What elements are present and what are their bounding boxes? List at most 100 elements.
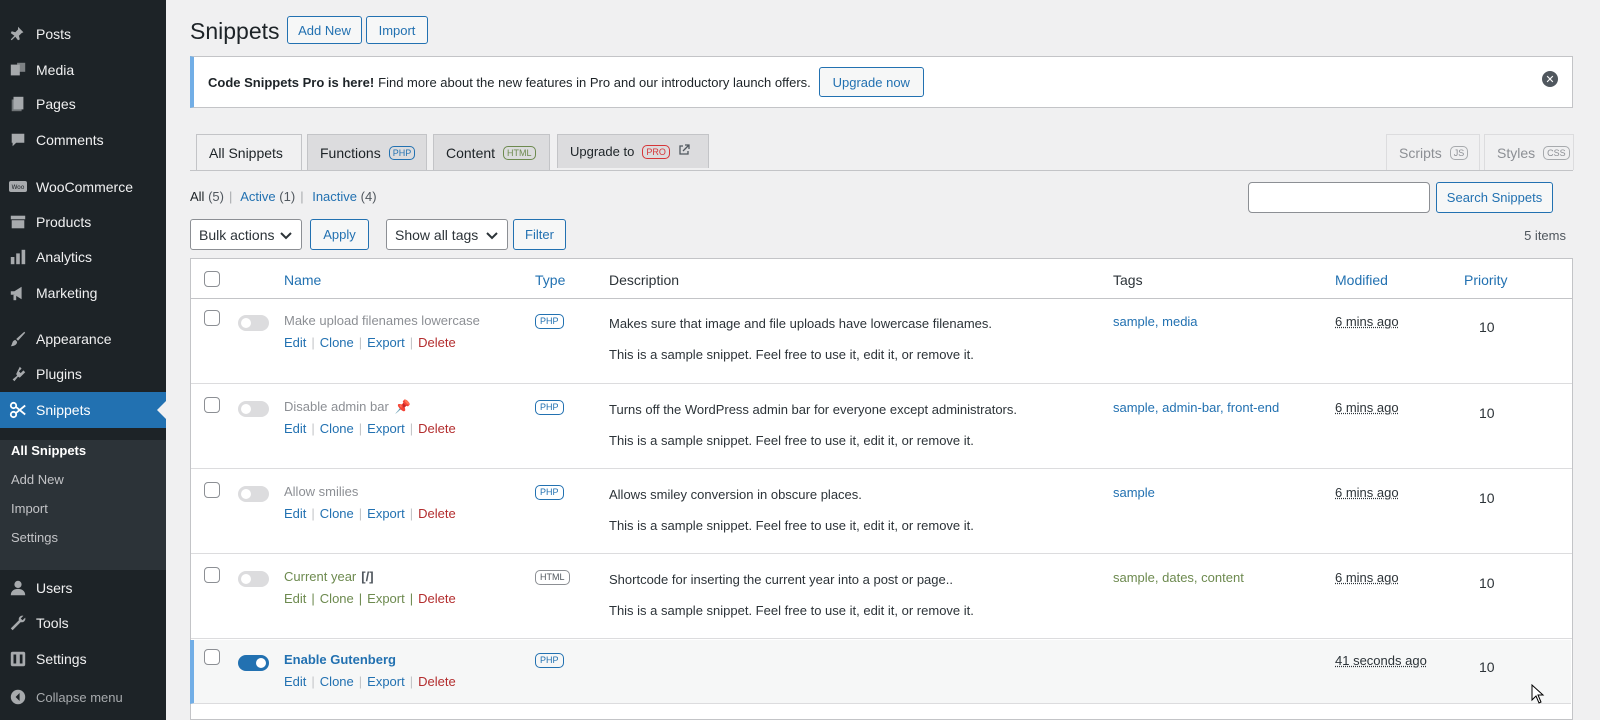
- sample-note: This is a sample snippet. Feel free to u…: [609, 518, 974, 533]
- column-type[interactable]: Type: [535, 272, 565, 288]
- select-all-checkbox[interactable]: [204, 271, 220, 287]
- export-link[interactable]: Export: [367, 506, 405, 521]
- snippet-tags[interactable]: sample, media: [1113, 314, 1198, 329]
- menu-marketing[interactable]: Marketing: [0, 275, 166, 311]
- notice-text: Find more about the new features in Pro …: [378, 74, 811, 90]
- clone-link[interactable]: Clone: [320, 335, 354, 350]
- snippet-priority: 10: [1479, 405, 1495, 421]
- menu-settings[interactable]: Settings: [0, 641, 166, 677]
- menu-appearance[interactable]: Appearance: [0, 321, 166, 357]
- tab-divider: [190, 170, 1573, 171]
- edit-link[interactable]: Edit: [284, 506, 306, 521]
- export-link[interactable]: Export: [367, 421, 405, 436]
- snippet-toggle[interactable]: [238, 401, 269, 417]
- filter-button[interactable]: Filter: [513, 219, 566, 250]
- menu-woocommerce[interactable]: Woo WooCommerce: [0, 169, 166, 205]
- delete-link[interactable]: Delete: [418, 674, 456, 689]
- submenu-settings[interactable]: Settings: [11, 530, 58, 545]
- snippet-modified: 6 mins ago: [1335, 314, 1399, 329]
- filter-active[interactable]: Active: [240, 189, 275, 204]
- bulk-actions-select[interactable]: Bulk actions: [190, 219, 302, 250]
- snippet-description: Turns off the WordPress admin bar for ev…: [609, 402, 1017, 417]
- menu-users[interactable]: Users: [0, 570, 166, 606]
- users-icon: [0, 579, 36, 597]
- snippet-toggle[interactable]: [238, 315, 269, 331]
- dismiss-icon[interactable]: ✕: [1542, 71, 1558, 87]
- edit-link[interactable]: Edit: [284, 421, 306, 436]
- submenu-add-new[interactable]: Add New: [11, 472, 64, 487]
- snippet-description: Shortcode for inserting the current year…: [609, 572, 953, 587]
- tab-upgrade[interactable]: Upgrade to PRO: [557, 134, 709, 168]
- pages-icon: [0, 95, 36, 113]
- collapse-icon: [0, 689, 36, 705]
- tab-functions[interactable]: Functions PHP: [307, 134, 427, 170]
- tags-select[interactable]: Show all tags: [386, 219, 508, 250]
- search-snippets-button[interactable]: Search Snippets: [1436, 182, 1553, 213]
- snippet-name[interactable]: Make upload filenames lowercase: [284, 313, 480, 328]
- export-link[interactable]: Export: [367, 674, 405, 689]
- tab-scripts[interactable]: Scripts JS: [1386, 134, 1480, 170]
- menu-comments[interactable]: Comments: [0, 122, 166, 158]
- row-checkbox[interactable]: [204, 482, 220, 498]
- apply-button[interactable]: Apply: [310, 219, 369, 250]
- edit-link[interactable]: Edit: [284, 335, 306, 350]
- css-badge: CSS: [1543, 145, 1570, 160]
- edit-link[interactable]: Edit: [284, 591, 306, 606]
- tab-content[interactable]: Content HTML: [433, 134, 550, 170]
- snippet-name[interactable]: Disable admin bar 📌: [284, 399, 411, 415]
- clone-link[interactable]: Clone: [320, 506, 354, 521]
- filter-all[interactable]: All: [190, 189, 204, 204]
- snippet-name[interactable]: Enable Gutenberg: [284, 652, 396, 667]
- clone-link[interactable]: Clone: [320, 421, 354, 436]
- delete-link[interactable]: Delete: [418, 335, 456, 350]
- menu-analytics[interactable]: Analytics: [0, 239, 166, 275]
- tab-all-snippets[interactable]: All Snippets: [196, 134, 302, 171]
- shortcode-label: [/]: [361, 569, 374, 584]
- export-link[interactable]: Export: [367, 335, 405, 350]
- table-row: Disable admin bar 📌 Edit | Clone | Export | Del…: [191, 385, 1572, 469]
- search-input[interactable]: [1248, 182, 1430, 213]
- menu-posts[interactable]: Posts: [0, 16, 166, 52]
- plugin-icon: [0, 365, 36, 383]
- column-modified[interactable]: Modified: [1335, 272, 1388, 288]
- snippet-toggle[interactable]: [238, 655, 269, 671]
- snippet-toggle[interactable]: [238, 571, 269, 587]
- wrench-icon: [0, 614, 36, 632]
- column-name[interactable]: Name: [284, 272, 321, 288]
- type-badge: PHP: [535, 314, 564, 329]
- menu-products[interactable]: Products: [0, 204, 166, 240]
- snippet-toggle[interactable]: [238, 486, 269, 502]
- clone-link[interactable]: Clone: [320, 674, 354, 689]
- menu-pages[interactable]: Pages: [0, 86, 166, 122]
- snippet-tags[interactable]: sample, dates, content: [1113, 570, 1244, 585]
- export-link[interactable]: Export: [367, 591, 405, 606]
- add-new-button[interactable]: Add New: [287, 16, 362, 44]
- row-checkbox[interactable]: [204, 649, 220, 665]
- snippet-tags[interactable]: sample, admin-bar, front-end: [1113, 400, 1279, 415]
- snippet-priority: 10: [1479, 490, 1495, 506]
- menu-plugins[interactable]: Plugins: [0, 356, 166, 392]
- snippet-name[interactable]: Current year [/]: [284, 569, 374, 584]
- collapse-menu[interactable]: Collapse menu: [0, 682, 166, 712]
- table-row: Enable Gutenberg Edit | Clone | Export | Delet…: [190, 640, 1571, 704]
- row-checkbox[interactable]: [204, 397, 220, 413]
- snippet-name[interactable]: Allow smilies: [284, 484, 358, 499]
- row-checkbox[interactable]: [204, 310, 220, 326]
- column-priority[interactable]: Priority: [1464, 272, 1508, 288]
- clone-link[interactable]: Clone: [320, 591, 354, 606]
- menu-tools[interactable]: Tools: [0, 605, 166, 641]
- menu-snippets[interactable]: Snippets: [0, 392, 166, 428]
- submenu-all-snippets[interactable]: All Snippets: [11, 443, 86, 458]
- upgrade-now-button[interactable]: Upgrade now: [818, 67, 924, 97]
- delete-link[interactable]: Delete: [418, 506, 456, 521]
- delete-link[interactable]: Delete: [418, 591, 456, 606]
- delete-link[interactable]: Delete: [418, 421, 456, 436]
- edit-link[interactable]: Edit: [284, 674, 306, 689]
- filter-inactive[interactable]: Inactive: [312, 189, 357, 204]
- row-checkbox[interactable]: [204, 567, 220, 583]
- import-button[interactable]: Import: [366, 16, 428, 44]
- submenu-import[interactable]: Import: [11, 501, 48, 516]
- menu-media[interactable]: Media: [0, 52, 166, 88]
- snippet-tags[interactable]: sample: [1113, 485, 1155, 500]
- tab-styles[interactable]: Styles CSS: [1484, 134, 1574, 170]
